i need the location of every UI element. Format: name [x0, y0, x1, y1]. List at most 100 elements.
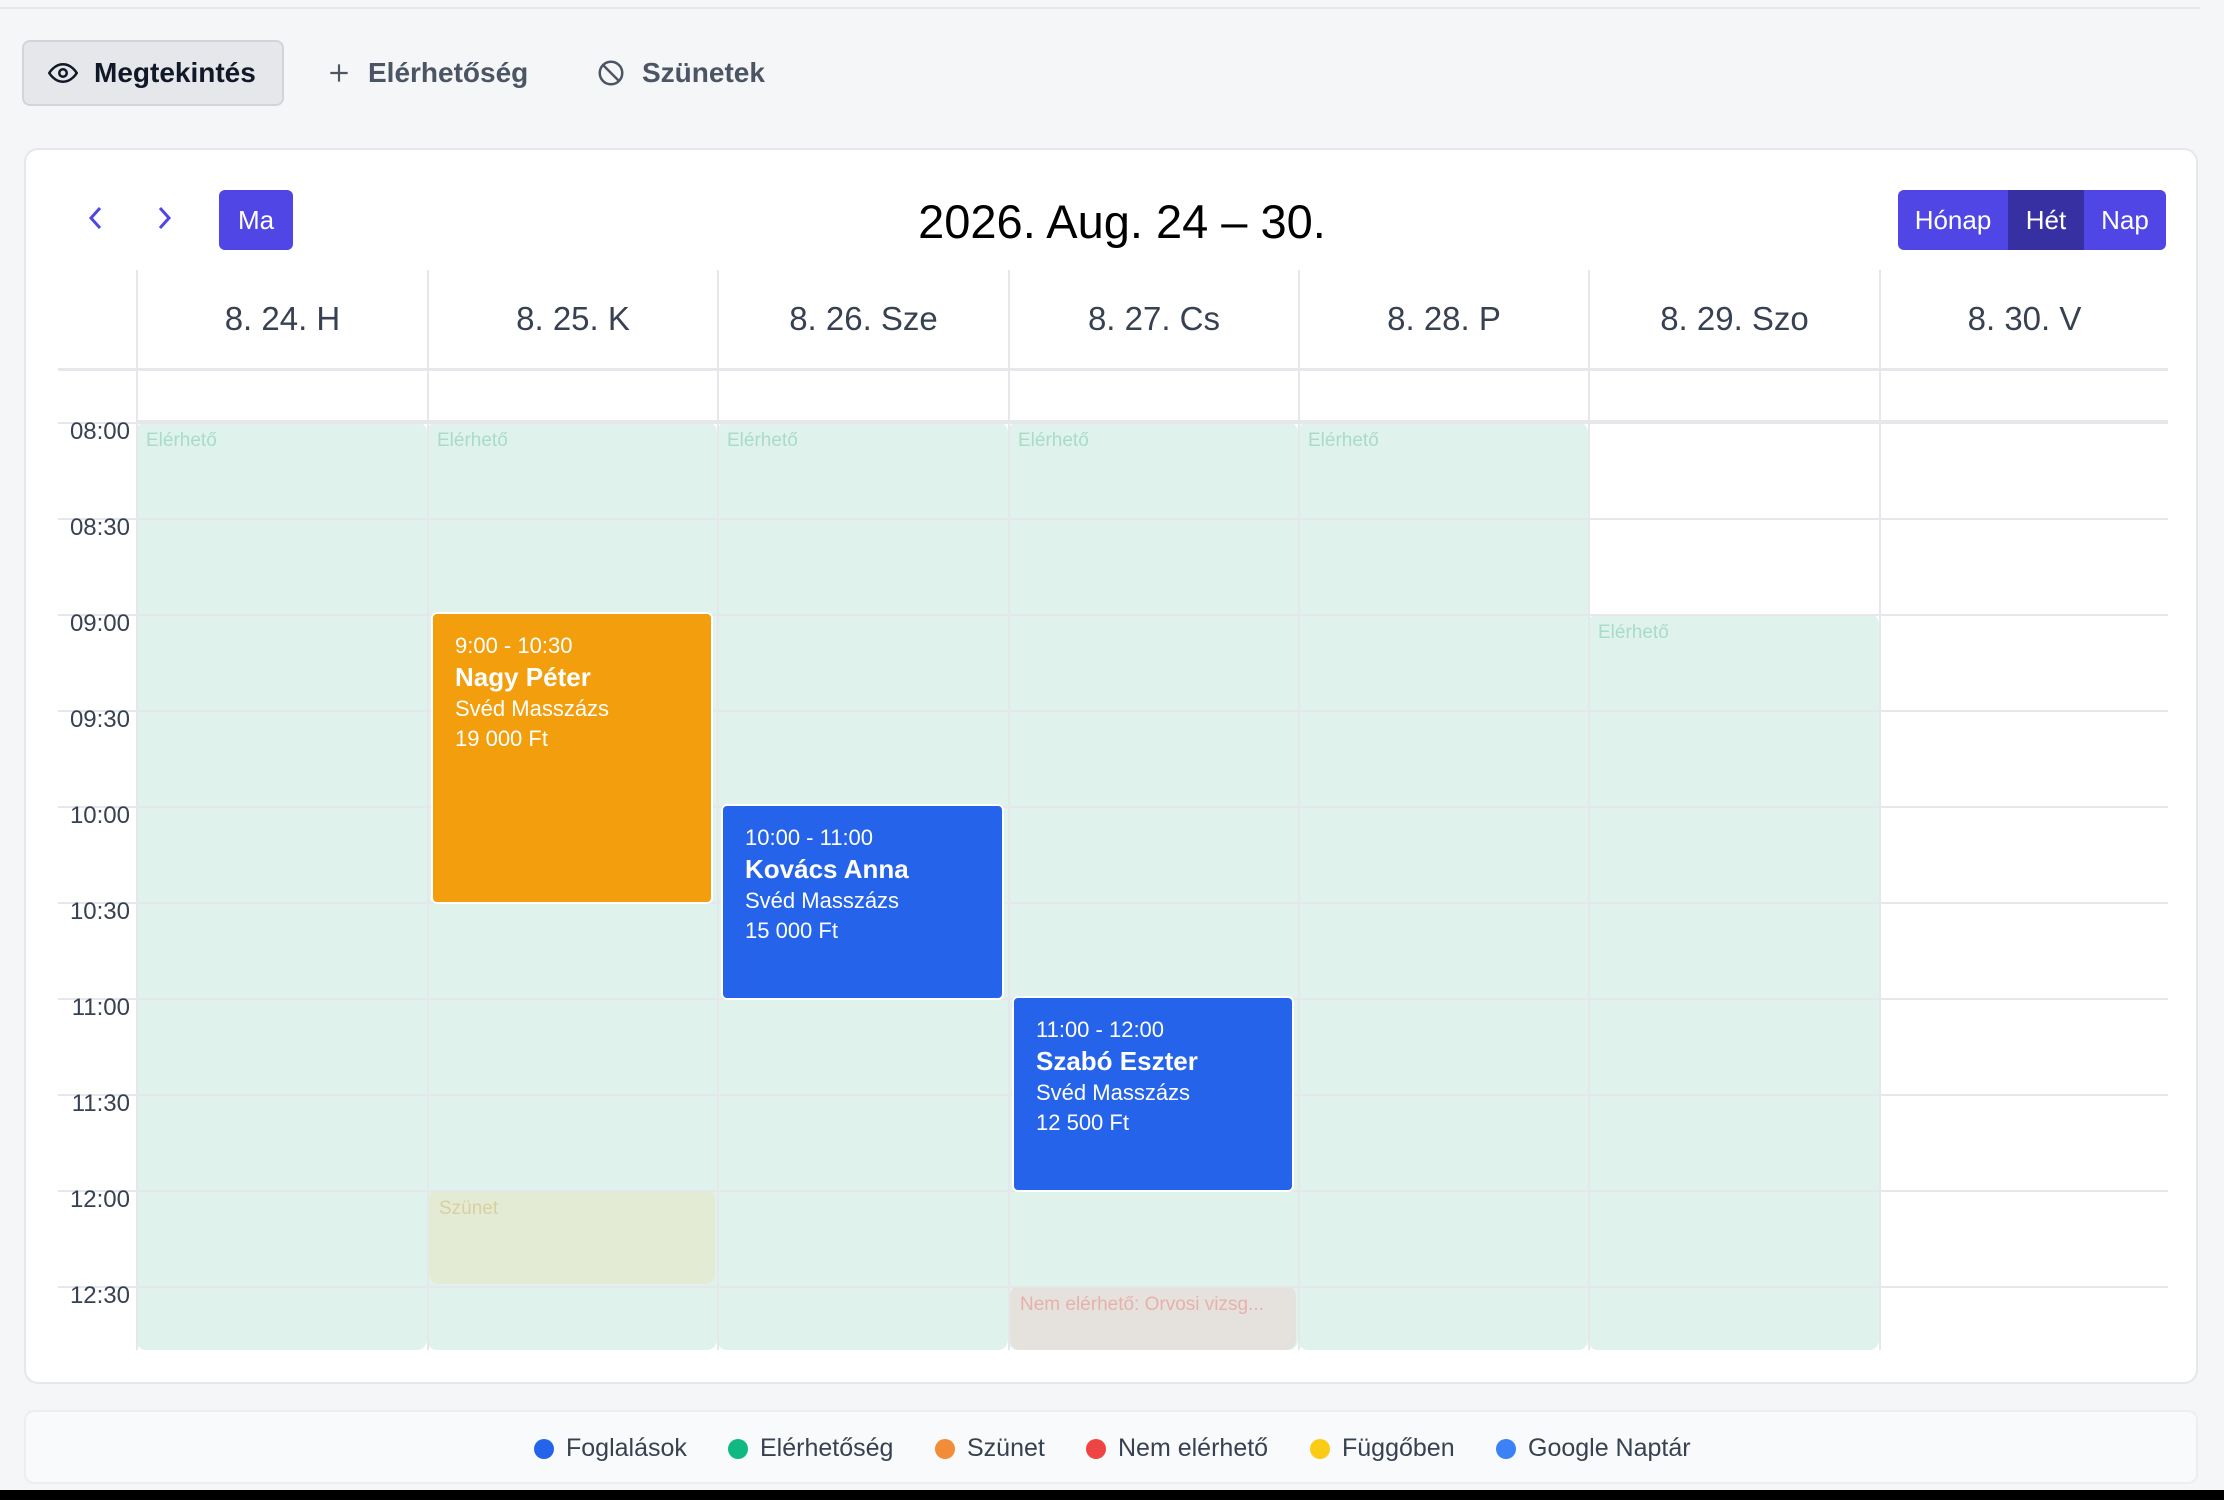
legend-item-availability: Elérhetőség [728, 1434, 893, 1463]
view-switcher: Hónap Hét Nap [1898, 190, 2166, 250]
legend-item-break: Szünet [935, 1434, 1045, 1463]
column-line [427, 422, 429, 1350]
allday-cell[interactable] [1298, 370, 1588, 422]
tab-label: Elérhetőség [368, 57, 529, 88]
column-line [1879, 422, 1881, 1350]
legend-item-bookings: Foglalások [534, 1434, 687, 1463]
event-price: 19 000 Ft [455, 726, 548, 751]
bottom-edge [0, 1490, 2224, 1500]
hour-line [58, 422, 2168, 424]
availability-label: Elérhető [1308, 430, 1379, 451]
legend-label: Szünet [967, 1434, 1045, 1462]
availability-label: Elérhető [727, 430, 798, 451]
time-label: 09:30 [69, 706, 130, 733]
event-time: 10:00 - 11:00 [745, 825, 874, 850]
time-label: 11:30 [71, 1090, 130, 1117]
unavailable-block[interactable]: Nem elérhető: Orvosi vizsg... [1010, 1286, 1296, 1350]
unavailable-label: Nem elérhető: Orvosi vizsg... [1020, 1294, 1264, 1315]
tab-label: Megtekintés [94, 57, 256, 88]
legend-dot-icon [1086, 1438, 1106, 1459]
booking-event[interactable]: 11:00 - 12:00 Szabó Eszter Svéd Masszázs… [1012, 996, 1294, 1192]
eye-icon [48, 58, 78, 88]
plus-icon [326, 60, 352, 86]
day-header[interactable]: 8. 27. Cs [1008, 270, 1298, 368]
time-label: 12:30 [69, 1282, 130, 1309]
hour-line [58, 806, 2168, 808]
event-service: Svéd Masszázs [745, 888, 900, 913]
half-hour-line [58, 518, 2168, 520]
availability-label: Elérhető [1598, 622, 1669, 643]
day-header[interactable]: 8. 26. Sze [717, 270, 1008, 368]
tab-availability[interactable]: Elérhetőség [326, 40, 528, 106]
legend-dot-icon [935, 1438, 955, 1459]
day-header[interactable]: 8. 29. Szo [1588, 270, 1879, 368]
day-header[interactable]: 8. 25. K [427, 270, 717, 368]
day-header[interactable]: 8. 28. P [1298, 270, 1588, 368]
ban-icon [596, 58, 626, 88]
allday-cell[interactable] [717, 370, 1008, 422]
availability-block[interactable]: Elérhető [136, 422, 427, 1350]
column-line [1588, 422, 1590, 1350]
legend-label: Google Naptár [1528, 1434, 1691, 1462]
column-line [136, 422, 138, 1350]
time-label: 08:00 [69, 418, 130, 445]
view-week-button[interactable]: Hét [2008, 190, 2084, 250]
allday-cell[interactable] [427, 370, 717, 422]
event-time: 9:00 - 10:30 [455, 633, 573, 658]
time-label: 12:00 [69, 1186, 130, 1213]
day-header[interactable]: 8. 24. H [136, 270, 427, 368]
time-grid[interactable]: Elérhető Elérhető Elérhető Elérhető Elér… [58, 418, 2168, 1350]
calendar-card: Ma 2026. Aug. 24 – 30. Hónap Hét Nap 8. … [24, 148, 2198, 1384]
legend-label: Függőben [1342, 1434, 1455, 1462]
tab-view[interactable]: Megtekintés [22, 40, 284, 106]
event-service: Svéd Masszázs [455, 696, 610, 721]
column-line [717, 422, 719, 1350]
day-header[interactable]: 8. 30. V [1879, 270, 2168, 368]
allday-cell[interactable] [136, 370, 427, 422]
availability-block[interactable]: Elérhető [1298, 422, 1588, 1350]
column-line [1298, 422, 1300, 1350]
event-price: 12 500 Ft [1036, 1110, 1129, 1135]
time-label: 11:00 [71, 994, 130, 1021]
hour-line [58, 614, 2168, 616]
legend-dot-icon [534, 1438, 554, 1459]
booking-event[interactable]: 9:00 - 10:30 Nagy Péter Svéd Masszázs 19… [431, 612, 713, 904]
legend-dot-icon [728, 1438, 748, 1459]
legend-dot-icon [1310, 1438, 1330, 1459]
top-divider [0, 0, 2200, 9]
time-label: 10:00 [69, 802, 130, 829]
event-client-name: Nagy Péter [455, 662, 591, 692]
break-block[interactable]: Szünet [429, 1190, 715, 1284]
legend-item-unavailable: Nem elérhető [1086, 1434, 1268, 1463]
availability-label: Elérhető [437, 430, 508, 451]
event-time: 11:00 - 12:00 [1036, 1017, 1165, 1042]
legend-item-google-calendar: Google Naptár [1496, 1434, 1691, 1463]
availability-label: Elérhető [1018, 430, 1089, 451]
half-hour-line [58, 1286, 2168, 1288]
allday-cell[interactable] [1588, 370, 1879, 422]
legend-label: Nem elérhető [1118, 1434, 1269, 1462]
legend-dot-icon [1496, 1438, 1516, 1459]
time-label: 08:30 [69, 514, 130, 541]
calendar-title: 2026. Aug. 24 – 30. [918, 195, 1326, 248]
availability-block[interactable]: Elérhető [1588, 614, 1879, 1350]
event-service: Svéd Masszázs [1036, 1080, 1191, 1105]
view-day-button[interactable]: Nap [2084, 190, 2166, 250]
allday-cell[interactable] [1008, 370, 1298, 422]
event-client-name: Szabó Eszter [1036, 1046, 1198, 1076]
allday-cell[interactable] [1879, 370, 2168, 422]
availability-block[interactable]: Elérhető [1008, 422, 1298, 1350]
legend-label: Foglalások [566, 1434, 687, 1462]
time-label: 10:30 [69, 898, 130, 925]
view-month-button[interactable]: Hónap [1898, 190, 2008, 250]
event-price: 15 000 Ft [745, 918, 838, 943]
booking-event[interactable]: 10:00 - 11:00 Kovács Anna Svéd Masszázs … [721, 804, 1004, 1000]
tab-label: Szünetek [642, 57, 765, 88]
week-grid: 8. 24. H 8. 25. K 8. 26. Sze 8. 27. Cs 8… [58, 270, 2168, 1350]
legend: Foglalások Elérhetőség Szünet Nem elérhe… [24, 1410, 2198, 1484]
legend-label: Elérhetőség [760, 1434, 894, 1462]
availability-label: Elérhető [146, 430, 217, 451]
event-client-name: Kovács Anna [745, 854, 909, 884]
tab-breaks[interactable]: Szünetek [596, 40, 765, 106]
break-label: Szünet [439, 1198, 499, 1219]
